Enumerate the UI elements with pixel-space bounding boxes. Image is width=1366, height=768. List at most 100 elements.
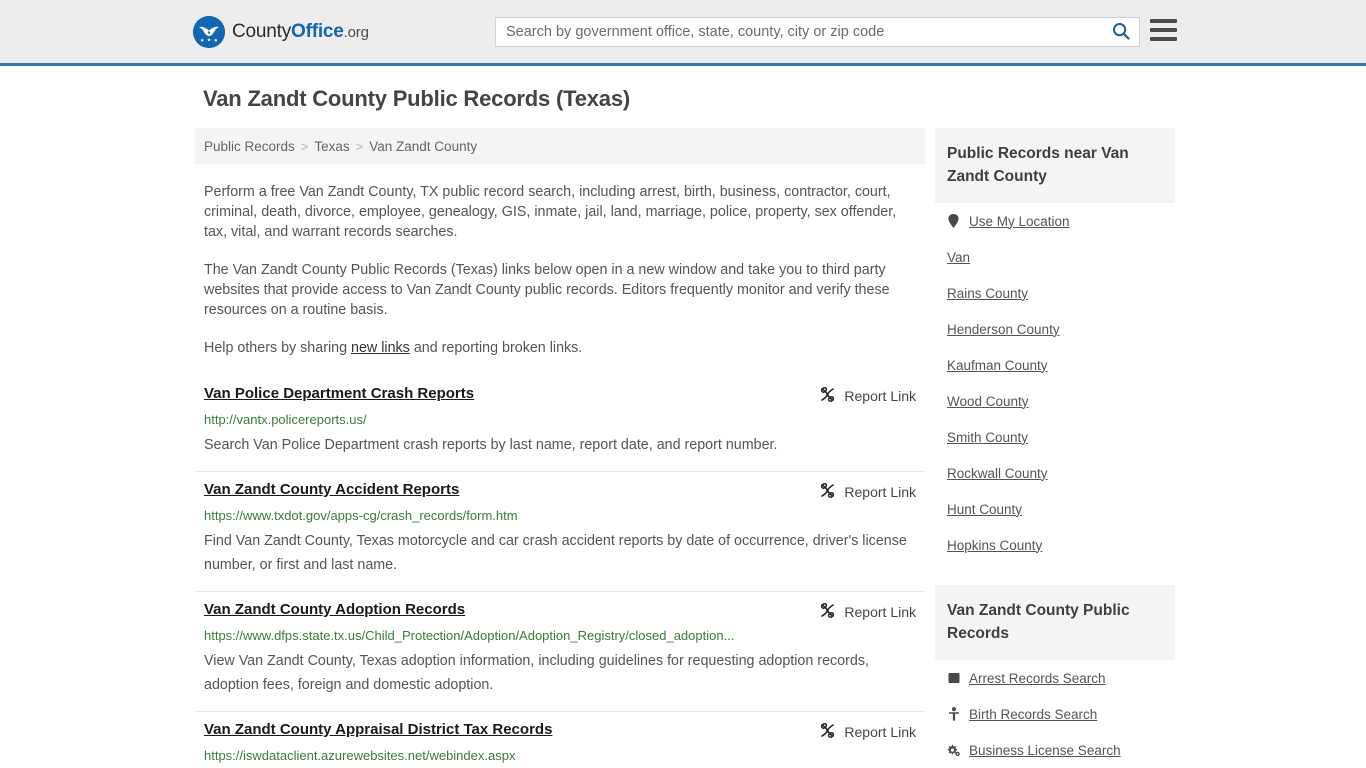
report-link-button[interactable]: Report Link <box>819 602 916 622</box>
breadcrumb-item-texas[interactable]: Texas <box>314 139 349 154</box>
sidebar-link[interactable]: Hunt County <box>947 502 1022 517</box>
breadcrumb-item-public-records[interactable]: Public Records <box>204 139 295 154</box>
sidebar-link[interactable]: Smith County <box>947 430 1028 445</box>
sidebar-link[interactable]: Hopkins County <box>947 538 1042 553</box>
brand-part-county: County <box>232 20 292 42</box>
result-description: View Van Zandt County, Texas adoption in… <box>204 653 869 693</box>
eagle-stars-logo-icon <box>193 15 225 48</box>
sidebar-item-rockwall-county[interactable]: Rockwall County <box>947 455 1163 491</box>
result-item: Van Police Department Crash Reports Repo… <box>195 376 925 472</box>
sidebar-section-gap <box>935 563 1175 585</box>
result-header: Van Zandt County Accident Reports Report… <box>204 481 916 502</box>
result-item: Van Zandt County Accident Reports Report… <box>195 472 925 592</box>
baby-icon <box>947 707 960 721</box>
result-url-link[interactable]: https://www.txdot.gov/apps-cg/crash_reco… <box>204 508 916 523</box>
site-header: CountyOffice.org <box>0 0 1366 66</box>
result-url-link[interactable]: http://vantx.policereports.us/ <box>204 412 916 427</box>
sidebar-item-use-my-location[interactable]: Use My Location <box>947 203 1163 239</box>
map-pin-icon <box>947 214 960 228</box>
new-links-link[interactable]: new links <box>351 340 410 356</box>
page-title: Van Zandt County Public Records (Texas) <box>203 86 630 111</box>
sidebar-link[interactable]: Rockwall County <box>947 466 1048 481</box>
search-icon <box>1112 22 1130 43</box>
breadcrumb-item-current: Van Zandt County <box>369 138 478 154</box>
sidebar-item-wood-county[interactable]: Wood County <box>947 383 1163 419</box>
hamburger-bar-1 <box>1150 19 1177 23</box>
sidebar-link[interactable]: Van <box>947 250 970 265</box>
page-body: Van Zandt County Public Records (Texas) … <box>0 66 1366 768</box>
intro-paragraph-2: The Van Zandt County Public Records (Tex… <box>204 262 890 318</box>
sidebar-heading-nearby: Public Records near Van Zandt County <box>935 128 1175 203</box>
sidebar-item-rains-county[interactable]: Rains County <box>947 275 1163 311</box>
sidebar-link[interactable]: Business License Search <box>969 743 1121 758</box>
report-link-button[interactable]: Report Link <box>819 386 916 406</box>
breadcrumb-separator-icon: > <box>355 138 364 154</box>
breadcrumb-separator-icon: > <box>300 138 309 154</box>
site-logo-link[interactable]: CountyOffice.org <box>193 15 369 48</box>
intro-p3-before: Help others by sharing <box>204 340 352 356</box>
broken-chain-icon <box>819 482 836 502</box>
result-item: Van Zandt County Adoption Records Report… <box>195 592 925 712</box>
fingerprint-icon <box>947 672 960 684</box>
content-columns: Public Records > Texas > Van Zandt Count… <box>0 128 1366 768</box>
sidebar-link[interactable]: Rains County <box>947 286 1028 301</box>
brand-part-office: Office <box>291 20 344 42</box>
result-url-link[interactable]: https://www.dfps.state.tx.us/Child_Prote… <box>204 628 916 643</box>
sidebar-records-list: Arrest Records Search Birth Records Sear… <box>935 660 1175 768</box>
gears-icon <box>947 744 960 757</box>
sidebar-link[interactable]: Birth Records Search <box>969 707 1097 722</box>
sidebar-item-business-license-search[interactable]: Business License Search <box>947 732 1163 768</box>
result-title-link[interactable]: Van Zandt County Appraisal District Tax … <box>204 721 552 738</box>
result-item: Van Zandt County Appraisal District Tax … <box>195 712 925 768</box>
sidebar-link[interactable]: Kaufman County <box>947 358 1048 373</box>
sidebar: Public Records near Van Zandt County Use… <box>935 128 1175 768</box>
result-header: Van Zandt County Appraisal District Tax … <box>204 721 916 742</box>
report-link-label: Report Link <box>844 604 916 620</box>
sidebar-item-van[interactable]: Van <box>947 239 1163 275</box>
hamburger-menu-icon[interactable] <box>1150 19 1177 41</box>
result-header: Van Zandt County Adoption Records Report… <box>204 601 916 622</box>
broken-chain-icon <box>819 722 836 742</box>
report-link-label: Report Link <box>844 388 916 404</box>
sidebar-item-arrest-records-search[interactable]: Arrest Records Search <box>947 660 1163 696</box>
main-column: Public Records > Texas > Van Zandt Count… <box>195 128 925 768</box>
sidebar-link[interactable]: Henderson County <box>947 322 1060 337</box>
hamburger-bar-3 <box>1150 37 1177 41</box>
result-url-link[interactable]: https://iswdataclient.azurewebsites.net/… <box>204 748 916 763</box>
broken-chain-icon <box>819 386 836 406</box>
search-button[interactable] <box>1103 18 1139 46</box>
search-bar[interactable] <box>495 17 1140 47</box>
sidebar-item-hopkins-county[interactable]: Hopkins County <box>947 527 1163 563</box>
sidebar-item-kaufman-county[interactable]: Kaufman County <box>947 347 1163 383</box>
report-link-label: Report Link <box>844 724 916 740</box>
hamburger-bar-2 <box>1150 28 1177 32</box>
brand-wordmark: CountyOffice.org <box>232 21 369 43</box>
search-input[interactable] <box>496 18 1103 46</box>
sidebar-item-birth-records-search[interactable]: Birth Records Search <box>947 696 1163 732</box>
results-list: Van Police Department Crash Reports Repo… <box>195 376 925 768</box>
intro-text: Perform a free Van Zandt County, TX publ… <box>195 182 925 358</box>
brand-part-org: .org <box>343 23 369 41</box>
sidebar-item-hunt-county[interactable]: Hunt County <box>947 491 1163 527</box>
sidebar-item-henderson-county[interactable]: Henderson County <box>947 311 1163 347</box>
result-title-link[interactable]: Van Police Department Crash Reports <box>204 385 474 402</box>
sidebar-item-smith-county[interactable]: Smith County <box>947 419 1163 455</box>
result-title-link[interactable]: Van Zandt County Accident Reports <box>204 481 459 498</box>
intro-paragraph-1: Perform a free Van Zandt County, TX publ… <box>204 184 897 240</box>
sidebar-heading-records: Van Zandt County Public Records <box>935 585 1175 660</box>
result-description: Find Van Zandt County, Texas motorcycle … <box>204 533 907 573</box>
sidebar-nearby-list: Use My Location Van Rains County Henders… <box>935 203 1175 563</box>
report-link-button[interactable]: Report Link <box>819 722 916 742</box>
intro-paragraph-3: Help others by sharing new links and rep… <box>204 338 916 358</box>
result-description: Search Van Police Department crash repor… <box>204 437 778 453</box>
report-link-label: Report Link <box>844 484 916 500</box>
sidebar-link[interactable]: Wood County <box>947 394 1029 409</box>
broken-chain-icon <box>819 602 836 622</box>
breadcrumb: Public Records > Texas > Van Zandt Count… <box>195 128 925 164</box>
result-header: Van Police Department Crash Reports Repo… <box>204 385 916 406</box>
sidebar-link[interactable]: Use My Location <box>969 214 1070 229</box>
result-title-link[interactable]: Van Zandt County Adoption Records <box>204 601 465 618</box>
report-link-button[interactable]: Report Link <box>819 482 916 502</box>
intro-p3-after: and reporting broken links. <box>409 340 583 356</box>
sidebar-link[interactable]: Arrest Records Search <box>969 671 1106 686</box>
